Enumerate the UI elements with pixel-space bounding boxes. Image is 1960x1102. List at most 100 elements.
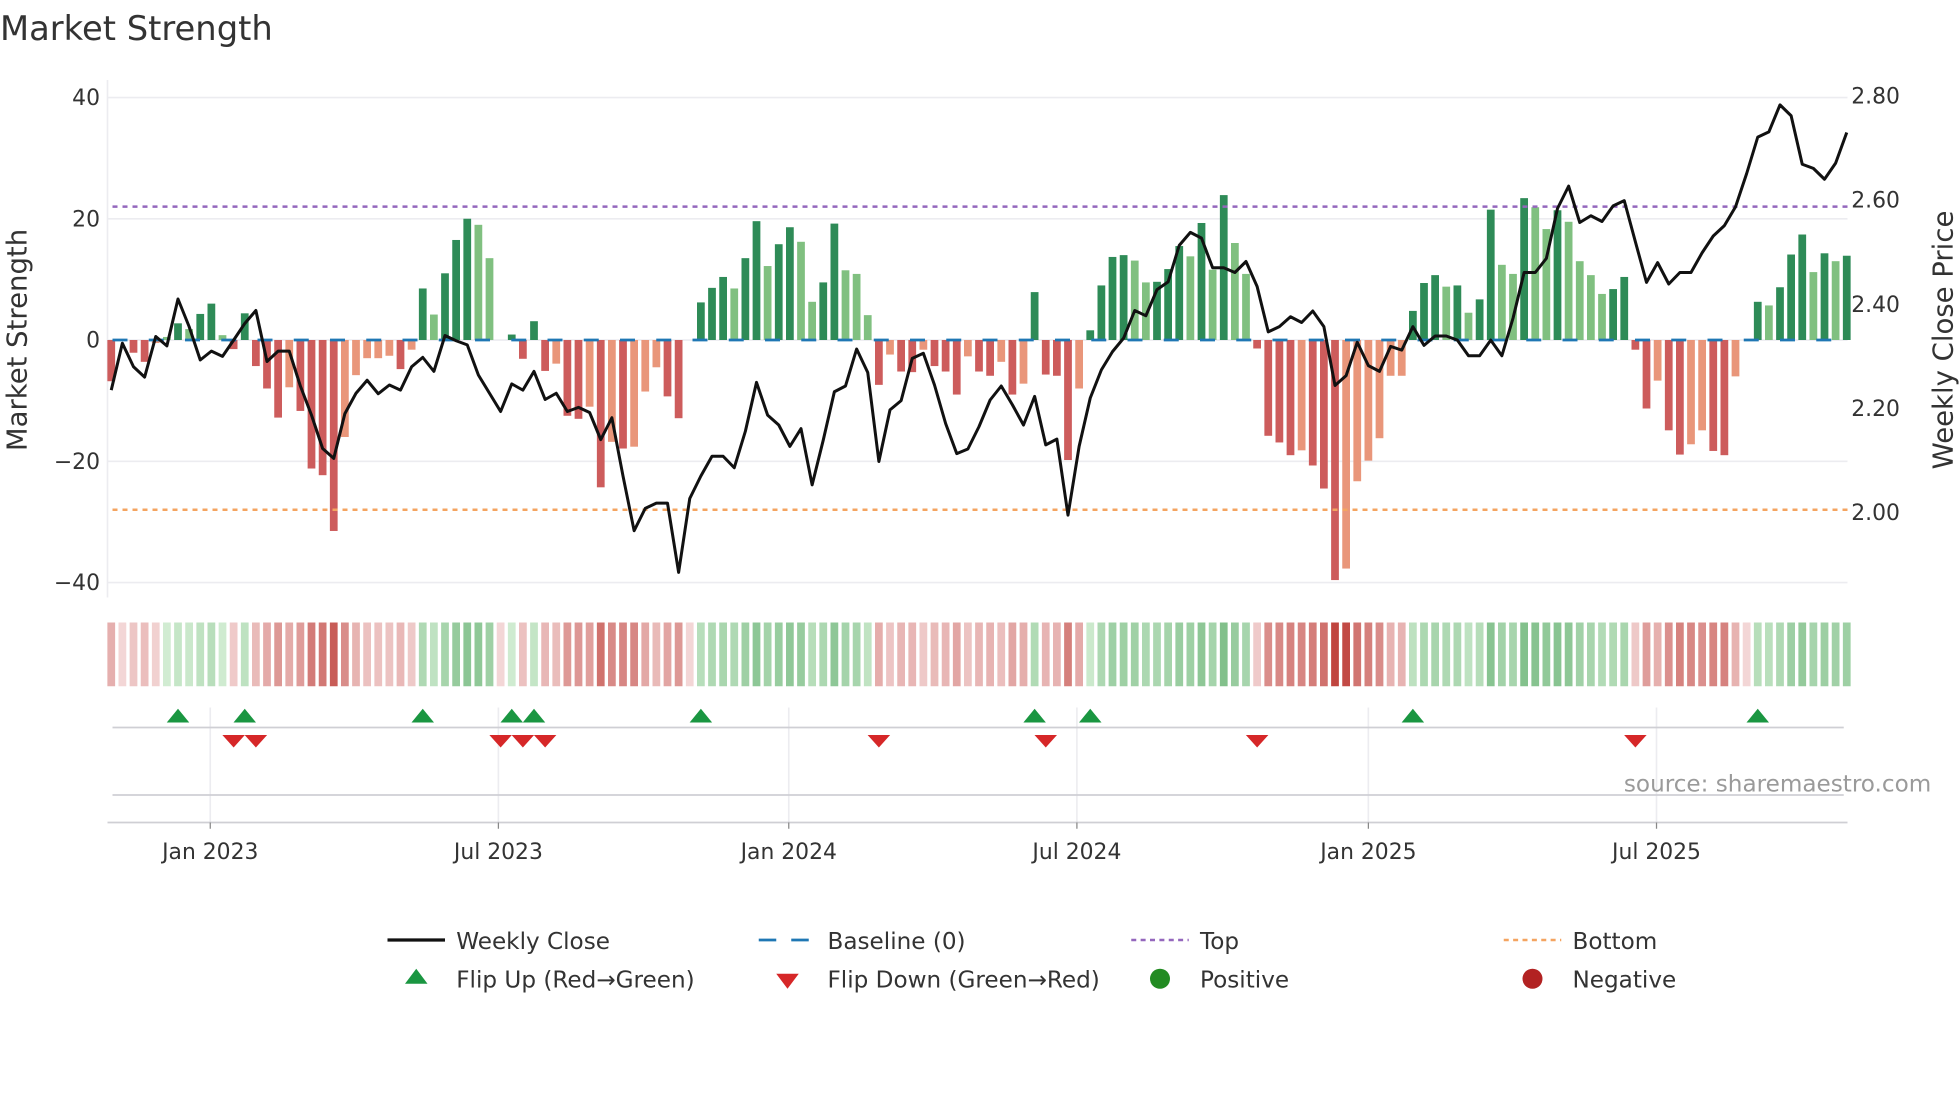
heatmap-cell [919,622,928,687]
heatmap-cell [596,622,605,687]
y-axis-label-right: Weekly Close Price [1928,211,1960,470]
strength-bar [252,340,260,367]
heatmap-cell [1175,622,1184,687]
strength-bar [1086,330,1095,340]
heatmap-cell [674,622,683,687]
strength-bar [941,340,950,372]
heatmap-cell [1765,622,1773,687]
strength-bar [1753,301,1762,340]
heatmap-cell [285,622,294,687]
strength-bar [841,270,850,340]
y-right-tick-label: 2.80 [1851,85,1900,110]
heatmap-cell [1286,622,1295,687]
heatmap-cell [1097,622,1106,687]
heatmap-cell [1609,622,1617,687]
heatmap-cell [897,622,905,687]
strength-bar [897,340,905,372]
heatmap-cell [1486,622,1495,687]
heatmap-cell [1119,622,1128,687]
strength-bar [374,340,383,359]
heatmap-cell [1030,622,1039,687]
heatmap-cell [986,622,994,687]
legend-item: Negative [1522,968,1676,994]
flip-up-marker [500,708,523,723]
strength-bar [1453,285,1462,340]
heatmap-cell [1253,622,1261,687]
heatmap-cell [418,622,427,687]
heatmap-cell [1064,622,1072,687]
heatmap-cell [1498,622,1506,687]
strength-bar [1809,272,1818,340]
chart-title: Market Strength [0,9,273,48]
heatmap-cell [1364,622,1373,687]
heatmap-cell [1320,622,1328,687]
heatmap-cell [1798,622,1807,687]
strength-bar [1676,340,1684,455]
legend-item: Positive [1150,968,1289,994]
heatmap-cell [452,622,460,687]
heatmap-cell [1587,622,1595,687]
heatmap-cell [1108,622,1117,687]
heatmap-cell [1075,622,1083,687]
flip-up-marker [689,708,713,723]
heatmap-cell [1709,622,1718,687]
strength-bar [774,244,783,340]
strength-bar [952,340,961,395]
strength-bar [1175,246,1184,340]
strength-bar [663,340,672,397]
y-axis-label-left: Market Strength [1,229,33,451]
heatmap-cell [1153,622,1161,687]
strength-bar [396,340,405,370]
heatmap-cell [1242,622,1250,687]
heatmap-cell [941,622,950,687]
strength-bar [1642,340,1651,409]
strength-bar [763,266,772,340]
strength-bar [1609,289,1617,340]
heatmap-cell [430,622,438,687]
circle-green-icon [1150,968,1170,989]
heatmap-cell [107,622,116,687]
strength-bar [1375,340,1384,439]
strength-bar [519,340,527,359]
strength-bar [1798,234,1807,340]
heatmap-cell [1698,622,1706,687]
strength-bar [1108,256,1117,340]
strength-bar [1353,340,1362,482]
strength-bar [919,340,928,350]
flip-up-marker [1746,708,1769,723]
strength-bar [1575,261,1584,340]
flip-down-marker [533,735,557,748]
strength-bar [452,239,460,340]
strength-bar [1431,275,1439,340]
heatmap-cell [396,622,405,687]
strength-bar [1097,285,1106,340]
heatmap-cell [463,622,472,687]
strength-bar [1631,340,1640,350]
legend-label: Baseline (0) [828,929,966,955]
strength-bar [1698,340,1706,431]
heatmap-cell [1687,622,1695,687]
strength-bar [1041,340,1050,375]
heatmap-cell [1231,622,1239,687]
heatmap-cell [1342,622,1350,687]
heatmap-cell [808,622,816,687]
flip-down-marker [222,735,245,748]
strength-bar [1720,340,1729,456]
strength-bar [174,323,182,340]
x-tick-label: Jul 2025 [1610,840,1701,865]
strength-bar [352,340,360,376]
strength-bar [1420,283,1428,340]
strength-bar [1253,340,1261,349]
heatmap-cell [652,622,661,687]
heatmap-cell [1842,622,1851,687]
heatmap-cell [1731,622,1740,687]
strength-bar [1498,264,1506,340]
heatmap-cell [1631,622,1640,687]
heatmap-cell [1219,622,1228,687]
flip-up-marker [1401,708,1425,723]
y-right-tick-label: 2.20 [1851,397,1900,422]
heatmap-cell [875,622,883,687]
strength-bars [107,195,1851,581]
strength-bar [418,288,427,340]
heatmap-cell [1509,622,1517,687]
